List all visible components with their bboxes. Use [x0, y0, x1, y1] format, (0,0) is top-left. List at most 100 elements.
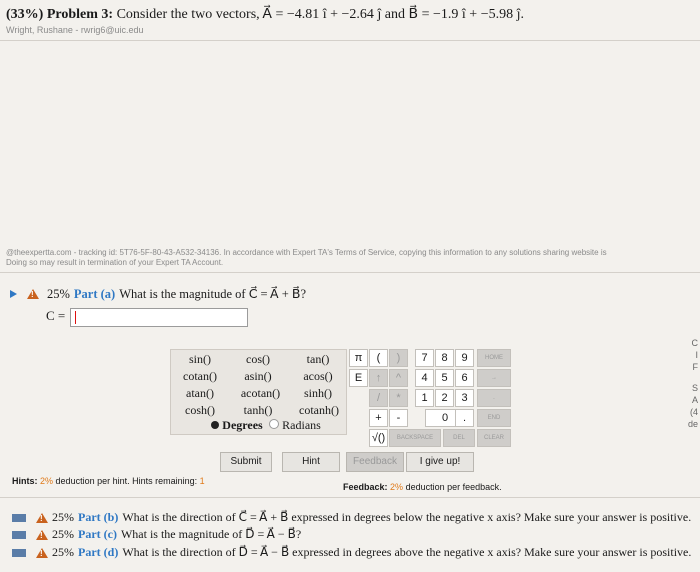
hint-button[interactable]: Hint — [282, 452, 340, 472]
top-divider — [0, 40, 700, 41]
func-sin[interactable]: sin() — [175, 352, 225, 367]
part-d-question: What is the direction of D⃗ = A⃗ − B⃗ ex… — [122, 545, 692, 559]
part-b-question: What is the direction of C⃗ = A⃗ + B⃗ ex… — [122, 510, 692, 524]
key-1[interactable]: 1 — [415, 389, 434, 407]
key-4[interactable]: 4 — [415, 369, 434, 387]
key-arrow-right[interactable]: → — [477, 369, 511, 387]
key-9[interactable]: 9 — [455, 349, 474, 367]
expand-arrow-icon[interactable] — [10, 290, 17, 298]
hints-remaining: 1 — [199, 476, 205, 486]
part-b-label: Part (b) — [78, 510, 119, 524]
tracking-divider — [0, 272, 700, 273]
feedback-info: Feedback: 2% deduction per feedback. — [343, 482, 502, 492]
key-clear[interactable]: CLEAR — [477, 429, 511, 447]
func-asin[interactable]: asin() — [233, 369, 283, 384]
part-a-label: Part (a) — [73, 286, 116, 301]
func-atan[interactable]: atan() — [175, 386, 225, 401]
part-a-weight: 25% — [47, 286, 70, 301]
key-lparen[interactable]: ( — [369, 349, 388, 367]
hints-info: Hints: 2% deduction per hint. Hints rema… — [12, 476, 205, 486]
part-b-row[interactable]: 25% Part (b) What is the direction of C⃗… — [36, 510, 691, 525]
key-up[interactable]: ↑ — [369, 369, 388, 387]
submit-button[interactable]: Submit — [220, 452, 272, 472]
answer-input[interactable] — [70, 308, 248, 327]
feedback-label: Feedback: — [343, 482, 388, 492]
func-acotan[interactable]: acotan() — [233, 386, 288, 401]
hints-percent: 2% — [40, 476, 54, 486]
part-b-status-icon — [12, 514, 26, 522]
student-info: Wright, Rushane - rwrig6@uic.edu — [6, 25, 144, 35]
side-fragment: C — [691, 338, 699, 348]
key-6[interactable]: 6 — [455, 369, 474, 387]
key-minus[interactable]: - — [389, 409, 408, 427]
key-star[interactable]: * — [389, 389, 408, 407]
side-fragment: A — [691, 395, 698, 405]
radio-selected-icon — [211, 421, 220, 429]
func-cotanh[interactable]: cotanh() — [293, 403, 345, 418]
key-rparen[interactable]: ) — [389, 349, 408, 367]
key-del[interactable]: DEL — [443, 429, 475, 447]
part-c-status-icon — [12, 531, 26, 539]
part-d-status-icon — [12, 549, 26, 557]
problem-weight: (33%) — [6, 7, 44, 22]
key-8[interactable]: 8 — [435, 349, 454, 367]
part-d-row[interactable]: 25% Part (d) What is the direction of D⃗… — [36, 545, 691, 560]
problem-text: Consider the two vectors, A⃗ = −4.81 î +… — [116, 7, 524, 22]
key-2[interactable]: 2 — [435, 389, 454, 407]
warning-icon — [36, 547, 48, 558]
part-a-question: What is the magnitude of C⃗ = A⃗ + B⃗? — [119, 287, 307, 301]
func-cotan[interactable]: cotan() — [175, 369, 225, 384]
side-fragment: (4 — [689, 407, 698, 417]
degrees-label: Degrees — [222, 418, 263, 432]
part-c-question: What is the magnitude of D⃗ = A⃗ − B⃗? — [120, 527, 302, 541]
keypad: π ( ) 7 8 9 HOME E ↑ ^ 4 5 6 → / * 1 2 3… — [349, 349, 511, 469]
key-backspace[interactable]: BACKSPACE — [389, 429, 441, 447]
feedback-button[interactable]: Feedback — [346, 452, 404, 472]
radio-unselected-icon — [269, 419, 280, 429]
hints-label: Hints: — [12, 476, 38, 486]
tracking-line-2: Doing so may result in termination of yo… — [6, 258, 224, 267]
degrees-radio[interactable]: Degrees — [207, 418, 267, 433]
key-home[interactable]: HOME — [477, 349, 511, 367]
warning-icon — [27, 289, 39, 299]
feedback-text: deduction per feedback. — [405, 482, 502, 492]
key-end[interactable]: END — [477, 409, 511, 427]
key-dot[interactable]: . — [455, 409, 474, 427]
key-dot-right[interactable]: . — [477, 389, 511, 407]
part-c-weight: 25% — [52, 527, 74, 541]
key-pi[interactable]: π — [349, 349, 368, 367]
side-fragment: F — [692, 362, 699, 372]
func-cos[interactable]: cos() — [233, 352, 283, 367]
tracking-line-1: @theexpertta.com - tracking id: 5T76-5F-… — [6, 248, 607, 257]
answer-label: C = — [46, 308, 66, 323]
side-fragment: I — [695, 350, 698, 360]
func-tan[interactable]: tan() — [293, 352, 343, 367]
key-3[interactable]: 3 — [455, 389, 474, 407]
parts-divider — [0, 497, 700, 498]
func-tanh[interactable]: tanh() — [233, 403, 283, 418]
radians-label: Radians — [282, 418, 321, 432]
warning-icon — [36, 512, 48, 523]
side-fragment: S — [691, 383, 698, 393]
func-acos[interactable]: acos() — [293, 369, 343, 384]
key-e[interactable]: E — [349, 369, 368, 387]
func-cosh[interactable]: cosh() — [175, 403, 225, 418]
key-7[interactable]: 7 — [415, 349, 434, 367]
text-cursor — [75, 311, 76, 324]
key-caret[interactable]: ^ — [389, 369, 408, 387]
key-sqrt[interactable]: √() — [369, 429, 388, 447]
give-up-button[interactable]: I give up! — [406, 452, 474, 472]
key-plus[interactable]: + — [369, 409, 388, 427]
part-c-row[interactable]: 25% Part (c) What is the magnitude of D⃗… — [36, 527, 301, 542]
radians-radio[interactable]: Radians — [265, 418, 325, 433]
problem-statement: (33%) Problem 3: Consider the two vector… — [6, 6, 524, 23]
func-sinh[interactable]: sinh() — [293, 386, 343, 401]
warning-icon — [36, 529, 48, 540]
feedback-percent: 2% — [390, 482, 404, 492]
key-5[interactable]: 5 — [435, 369, 454, 387]
key-slash[interactable]: / — [369, 389, 388, 407]
part-a-header[interactable]: 25% Part (a) What is the magnitude of C⃗… — [10, 286, 306, 302]
tracking-notice: @theexpertta.com - tracking id: 5T76-5F-… — [6, 248, 696, 268]
problem-label: Problem 3: — [46, 7, 114, 22]
side-fragment: de — [687, 419, 698, 429]
